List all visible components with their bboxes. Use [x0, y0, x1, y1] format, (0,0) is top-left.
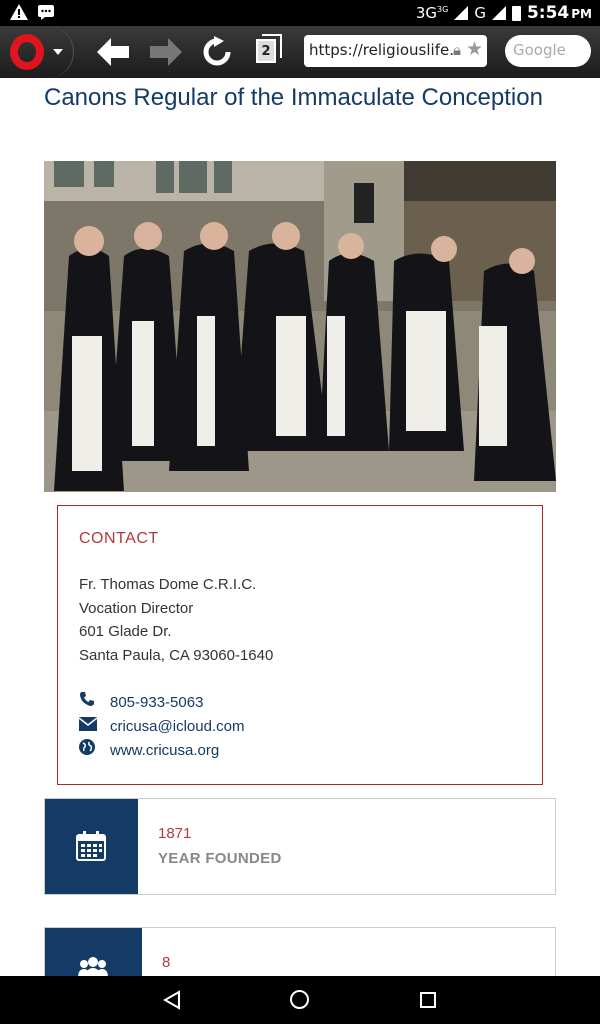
clock: 5:54 PM — [526, 3, 592, 23]
stat-icon-block — [45, 928, 142, 976]
battery-icon — [511, 5, 521, 21]
envelope-icon — [78, 715, 110, 739]
search-input[interactable]: Google — [505, 35, 591, 67]
stat-card-members: 8 — [44, 927, 556, 976]
opera-menu-button[interactable] — [0, 26, 74, 78]
recent-apps-icon[interactable] — [420, 992, 436, 1008]
back-arrow-icon[interactable] — [97, 38, 131, 66]
warning-icon — [10, 4, 28, 20]
calendar-icon — [76, 831, 106, 861]
contact-address: Fr. Thomas Dome C.R.I.C. Vocation Direct… — [79, 573, 273, 667]
reload-icon[interactable] — [200, 36, 234, 68]
contact-city: Santa Paula, CA 93060-1640 — [79, 646, 274, 664]
home-circle-icon[interactable] — [290, 990, 309, 1009]
globe-icon — [79, 739, 110, 763]
signal-icon-2 — [491, 6, 506, 20]
contact-name: Fr. Thomas Dome C.R.I.C. — [79, 576, 257, 593]
opera-logo-icon — [10, 34, 44, 70]
system-nav-bar — [0, 976, 600, 1024]
url-text: https://religiouslife. — [309, 41, 454, 59]
phone-icon — [79, 691, 110, 715]
contact-heading: CONTACT — [79, 530, 159, 547]
email-row: cricusa@icloud.com — [78, 715, 244, 739]
page-title: Canons Regular of the Immaculate Concept… — [44, 84, 543, 111]
stat-value: 1871 — [158, 825, 192, 842]
group-icon — [78, 957, 108, 976]
page-content: Canons Regular of the Immaculate Concept… — [0, 78, 600, 976]
network-type: 3G3G — [415, 4, 449, 22]
stat-icon-block — [45, 799, 138, 894]
network-type-2: G — [474, 4, 486, 22]
contact-role: Vocation Director — [79, 599, 194, 617]
url-bar[interactable]: https://religiouslife. 🔒︎ ★ — [304, 35, 487, 67]
website-link[interactable]: www.cricusa.org — [110, 739, 219, 763]
community-photo — [44, 161, 556, 492]
status-bar: 3G3G G 5:54 PM — [0, 0, 600, 26]
phone-link[interactable]: 805-933-5063 — [110, 691, 203, 715]
chevron-down-icon — [53, 49, 63, 55]
lock-icon: 🔒︎ — [453, 41, 461, 59]
status-right: 3G3G G 5:54 PM — [416, 3, 592, 23]
website-row: www.cricusa.org — [79, 739, 244, 763]
message-icon — [38, 5, 54, 20]
forward-arrow-icon[interactable] — [148, 38, 182, 66]
stat-card-founded: 1871 YEAR FOUNDED — [44, 798, 556, 895]
status-notifications — [10, 4, 54, 20]
bookmark-star-icon[interactable]: ★ — [466, 38, 483, 60]
tabs-button[interactable]: 2 — [256, 39, 276, 63]
signal-icon — [454, 6, 469, 20]
contact-card: CONTACT Fr. Thomas Dome C.R.I.C. Vocatio… — [57, 505, 543, 785]
email-link[interactable]: cricusa@icloud.com — [110, 715, 244, 739]
contact-street: 601 Glade Dr. — [79, 623, 172, 640]
stat-value: 8 — [162, 954, 171, 971]
contact-links: 805-933-5063 cricusa@icloud.com www.cric… — [78, 691, 244, 763]
back-triangle-icon[interactable] — [163, 990, 181, 1010]
phone-row: 805-933-5063 — [79, 691, 244, 715]
stat-label: YEAR FOUNDED — [158, 850, 282, 867]
browser-toolbar: 2 https://religiouslife. 🔒︎ ★ Google — [0, 26, 600, 78]
